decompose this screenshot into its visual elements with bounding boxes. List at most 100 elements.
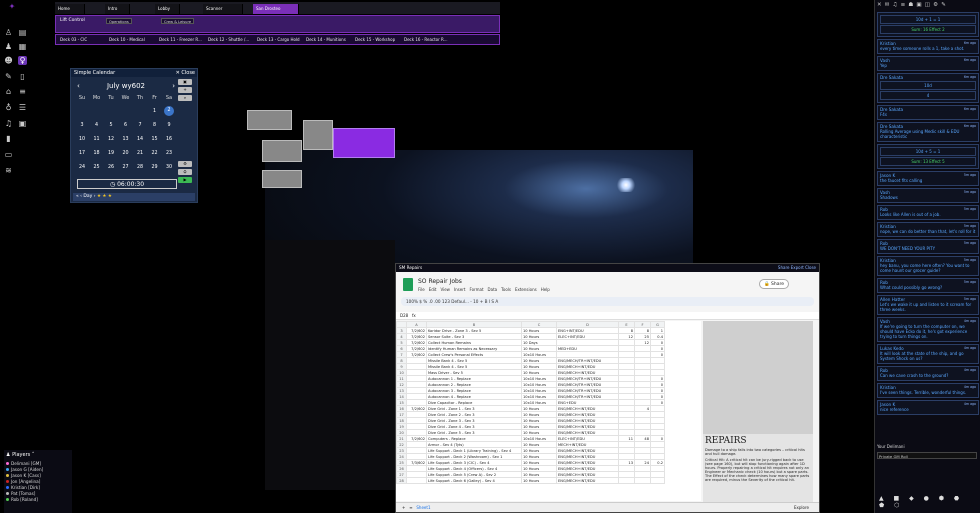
calendar-day[interactable]: 17 [75,147,89,160]
calendar-day[interactable]: 8 [148,119,162,132]
calendar-day[interactable]: 20 [119,147,133,160]
calendar-day[interactable]: 24 [75,161,89,174]
scene-tab-san-drosteo[interactable]: San Drosteo [253,4,299,14]
group-icon[interactable]: ♟ [4,42,13,51]
book-icon[interactable]: ▤ [18,28,27,37]
bookmark-icon[interactable]: ▮ [4,134,13,143]
scene-tab-home[interactable]: Home [55,4,85,14]
operations-button[interactable]: Operations [106,18,132,24]
calendar-notes-button[interactable]: ▣ [178,79,192,85]
table-cell[interactable] [406,477,427,484]
chat-roll-mode-select[interactable]: Private GM Roll [877,452,977,459]
calendar-day[interactable]: 7 [133,119,147,132]
deck-item[interactable]: Deck 03 - CIC [60,37,87,42]
deck-item[interactable]: Deck 12 - Shuttle /... [208,37,249,42]
sheet-toolbar[interactable]: 100% $ % .0 .00 123 Defaul... - 10 + B I… [401,297,814,306]
table-cell[interactable]: ENG/MECH+INT/EDU [556,477,619,484]
players-title[interactable]: ♟ Players ˄ [6,452,70,458]
calendar-day[interactable]: 10 [75,133,89,146]
trash-icon[interactable]: ▯ [18,72,27,81]
sheet-list-button[interactable]: ≡ [409,505,412,510]
calendar-config-button[interactable]: ⚙ [178,161,192,167]
calendar-day[interactable]: 5 [104,119,118,132]
crew-leisure-button[interactable]: Crew & Leisure [161,18,195,24]
map-token[interactable] [247,110,292,130]
table-cell[interactable] [650,477,665,484]
calendar-day[interactable]: 2 [164,106,174,116]
calendar-play-button[interactable]: ▶ [178,177,192,183]
calendar-day[interactable]: 25 [90,161,104,174]
people-icon[interactable]: ☻ [4,56,13,65]
formula-bar[interactable]: D28 fx [396,312,819,320]
deck-item[interactable]: Deck 13 - Cargo Hold [257,37,300,42]
music-icon[interactable]: ♫ [4,119,13,128]
sheet-grid[interactable]: ABCDEFG 3 7/2/602 Koridor Drive - Zone 3 -… [396,321,701,501]
share-button[interactable]: 🔒 Share [759,279,789,289]
scene-tab-intro[interactable]: Intro [105,4,130,14]
pencil-icon[interactable]: ✎ [4,72,13,81]
deck-item[interactable]: Deck 10 - Medical [109,37,145,42]
document-title[interactable]: SO Repair Jobs [418,278,462,285]
menu-item[interactable]: Edit [429,287,437,292]
deck-item[interactable]: Deck 16 - Reactor R... [404,37,448,42]
explore-button[interactable]: Explore [794,505,809,510]
calendar-day[interactable]: 11 [90,133,104,146]
list-icon[interactable]: ≡ [18,87,27,96]
menu-item[interactable]: Insert [454,287,465,292]
menu-item[interactable]: Extensions [515,287,537,292]
next-month-button[interactable]: › [172,81,175,91]
calendar-settings-button[interactable]: ⛭ [178,169,192,175]
map-token-highlight[interactable] [333,128,395,158]
calendar-day[interactable]: 18 [90,147,104,160]
menu-item[interactable]: Help [541,287,550,292]
person-icon[interactable]: ♙ [4,28,13,37]
player-item[interactable]: Rob [Roland] [6,496,70,502]
map-token[interactable] [262,140,302,162]
scene-tab-scanner[interactable]: Scanner [203,4,243,14]
calendar-day[interactable]: 9 [162,119,176,132]
scene-tab-lobby[interactable]: Lobby [155,4,180,14]
calendar-close-button[interactable]: ✕ Close [176,70,195,76]
sheet-window-actions[interactable]: Share Export Close [778,265,816,270]
menu-item[interactable]: Data [488,287,498,292]
calendar-day[interactable]: 16 [162,133,176,146]
calendar-search-button[interactable]: ⌕ [178,95,192,101]
calendar-day[interactable]: 4 [90,119,104,132]
key-icon[interactable]: ♀ [18,56,27,65]
deck-item[interactable]: Deck 14 - Munitions [306,37,346,42]
sheet-tab[interactable]: Sheet1 [416,505,430,510]
menu-item[interactable]: View [440,287,450,292]
calendar-day[interactable]: 26 [104,161,118,174]
calendar-day[interactable]: 27 [119,161,133,174]
map-token[interactable] [303,120,333,150]
deck-item[interactable]: Deck 11 - Freezer R... [159,37,202,42]
table-cell[interactable] [634,477,651,484]
calendar-day[interactable]: 1 [148,105,162,118]
calendar-day[interactable]: 23 [162,147,176,160]
calendar-day[interactable]: 21 [133,147,147,160]
menu-item[interactable]: Tools [501,287,511,292]
bank-icon[interactable]: ⌂ [4,87,13,96]
calendar-day[interactable]: 29 [148,161,162,174]
calendar-add-button[interactable]: + [178,87,192,93]
row-number[interactable]: 28 [396,477,407,484]
menu-item[interactable]: File [418,287,425,292]
app-logo[interactable]: ✦ [4,2,20,11]
layers-icon[interactable]: ≋ [4,166,13,175]
dice-formula[interactable]: 10d + 1 = 1 [880,15,976,24]
calendar-icon[interactable]: ▣ [18,119,27,128]
calendar-time-nav[interactable]: « ‹ Day › ★ ★ ★ [73,193,195,201]
sidebar-tabs[interactable]: ✕ ✉ ♫ ≡ ☗ ▣ ◫ ⚙ ✎ [877,2,977,10]
calendar-day[interactable]: 28 [133,161,147,174]
calendar-day[interactable]: 14 [133,133,147,146]
add-sheet-button[interactable]: + [402,505,405,510]
calendar-day[interactable]: 15 [148,133,162,146]
dice-formula[interactable]: 10d + 5 = 1 [880,147,976,156]
calendar-day[interactable]: 3 [75,119,89,132]
lightbulb-icon[interactable]: ♁ [4,103,13,112]
dice-formula[interactable]: 10d [880,81,976,90]
calendar-day[interactable]: 30 [162,161,176,174]
list-ordered-icon[interactable]: ☰ [18,103,27,112]
table-cell[interactable]: Life Support - Deck 6 (Galley) - Sev 4 [426,477,522,484]
map-token[interactable] [262,170,302,188]
